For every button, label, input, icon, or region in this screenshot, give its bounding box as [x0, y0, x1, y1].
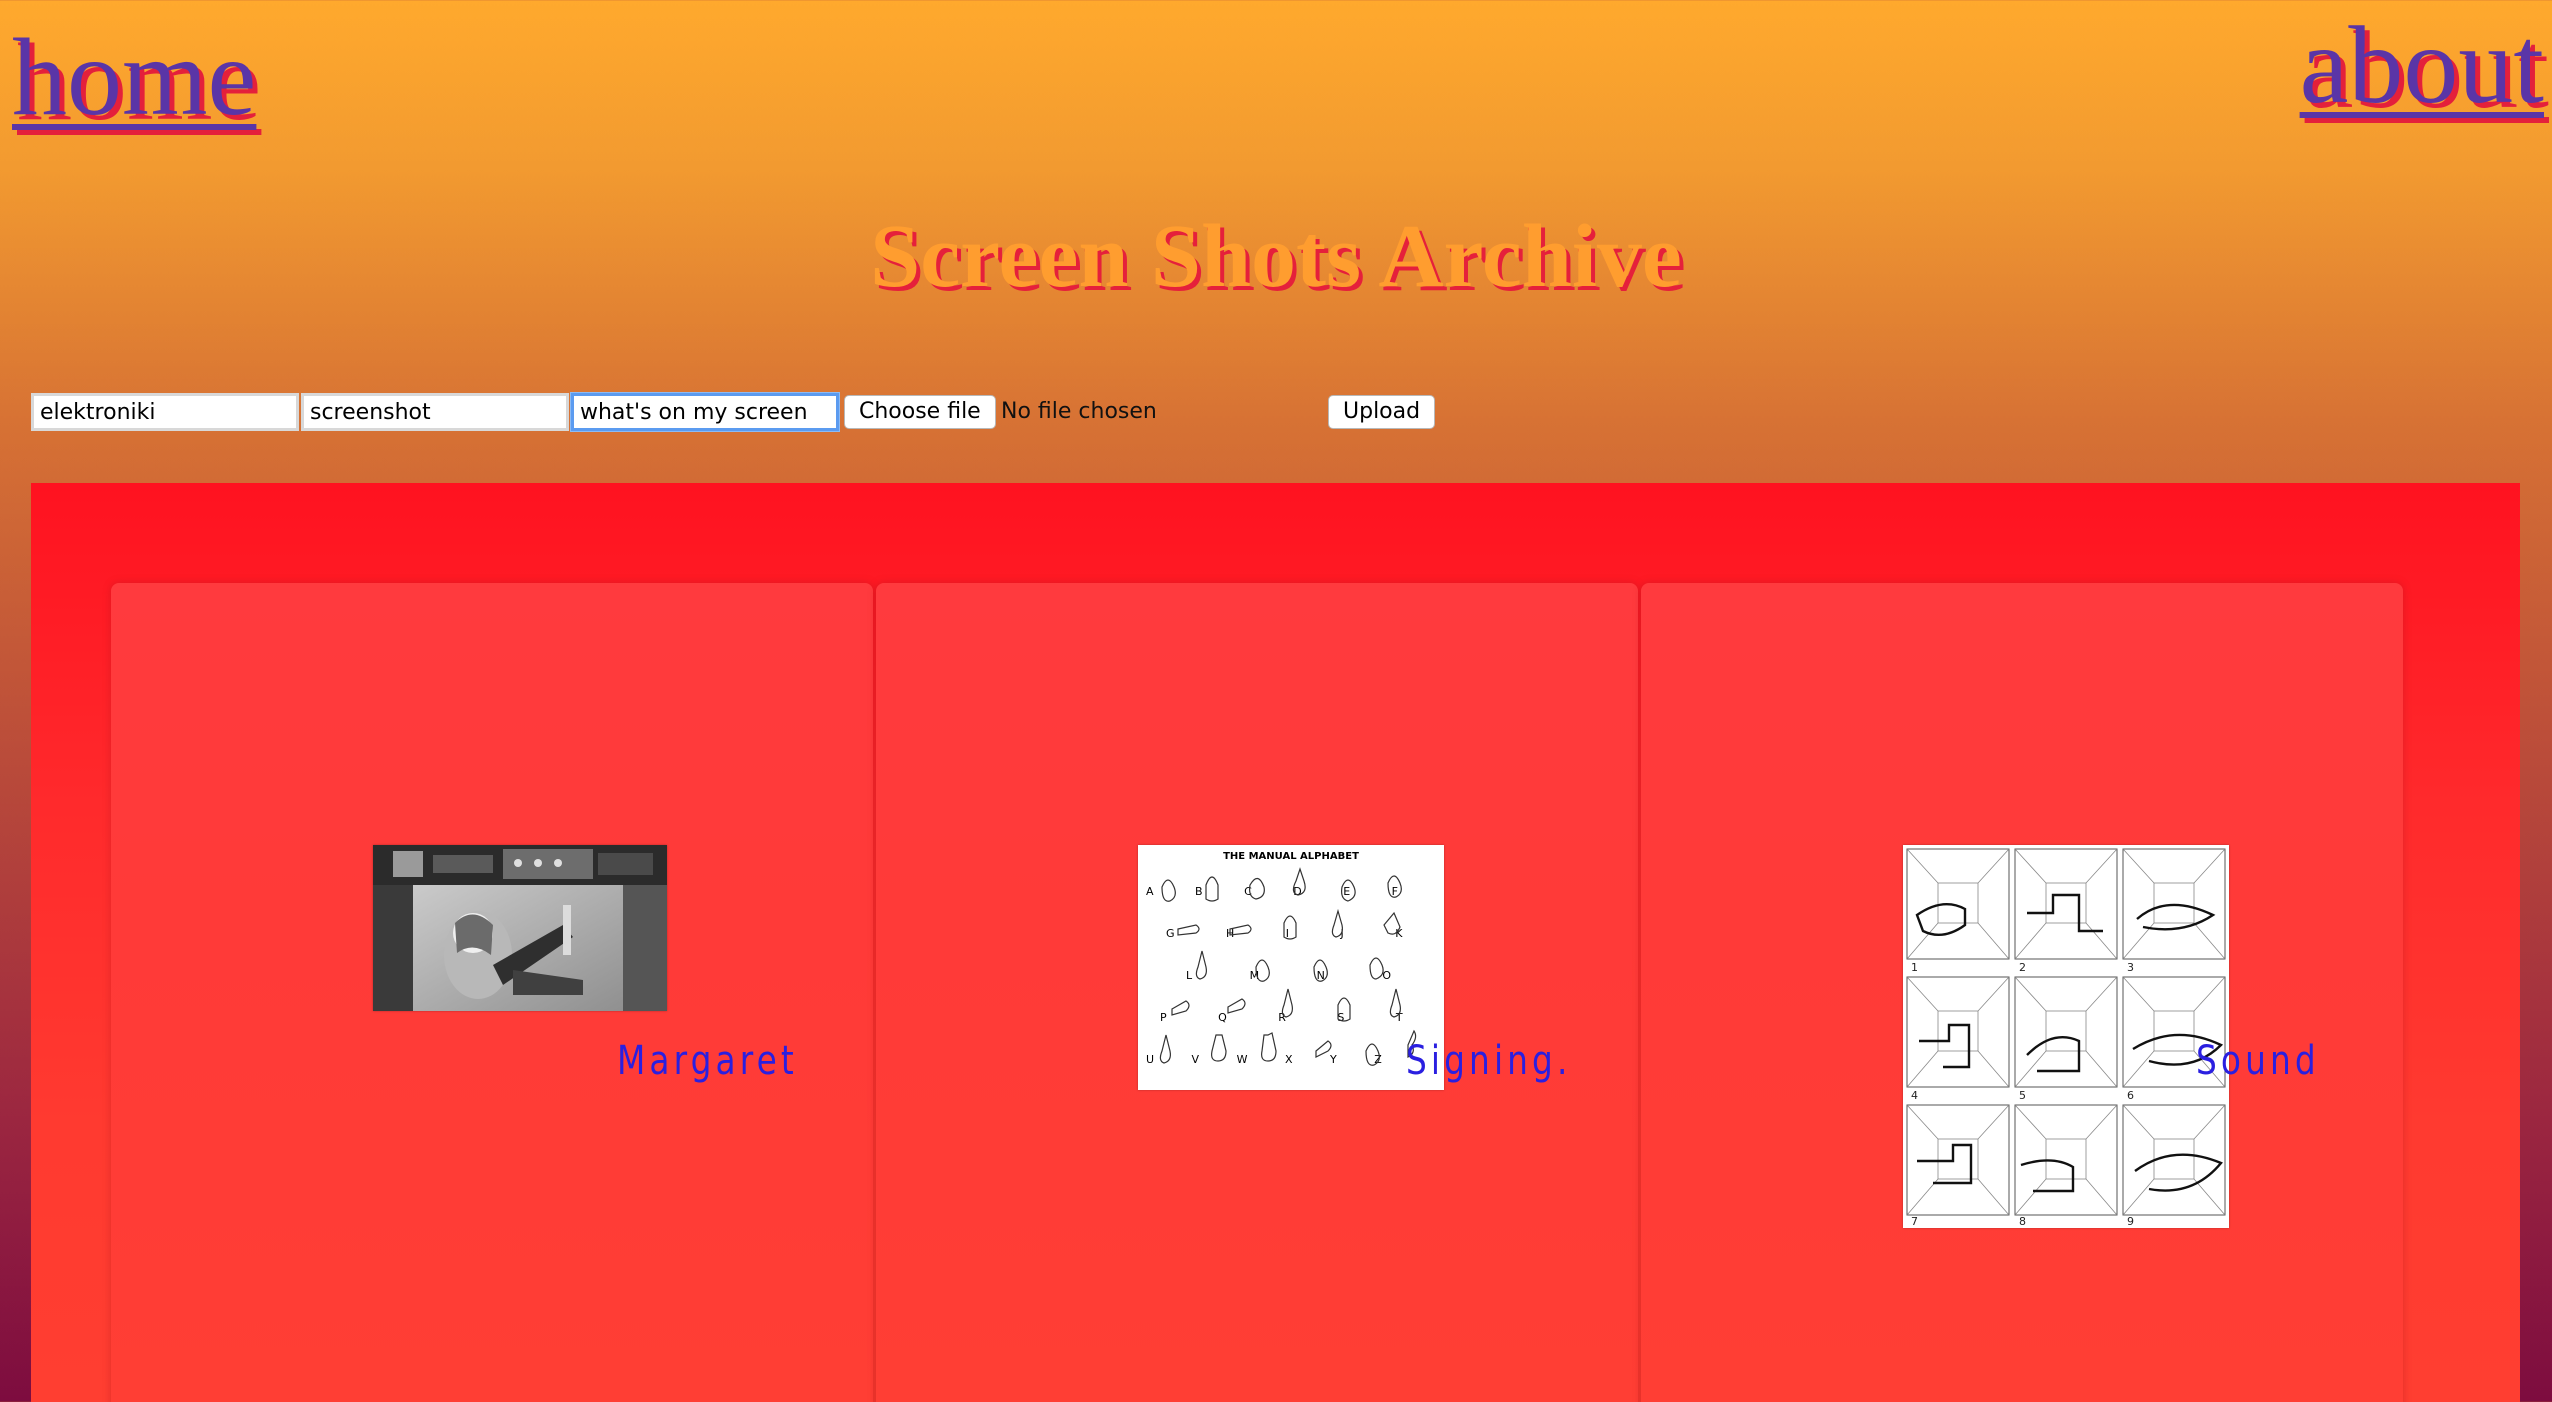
gallery-card-signing[interactable]: THE MANUAL ALPHABET A B C D E F G H I J … [876, 583, 1638, 1402]
page-title: Screen Shots Archive [870, 207, 1682, 306]
sound-frame-label: 4 [1911, 1089, 1918, 1102]
sound-diagram-thumbnail[interactable]: 1 2 3 4 5 6 7 8 9 [1903, 845, 2229, 1228]
gallery-card-sound[interactable]: 1 2 3 4 5 6 7 8 9 Sound [1641, 583, 2403, 1402]
margaret-photo-thumbnail[interactable] [373, 845, 667, 1011]
upload-button[interactable]: Upload [1328, 395, 1436, 429]
sound-caption[interactable]: Sound [2196, 1038, 2320, 1084]
manual-alphabet-thumbnail[interactable]: THE MANUAL ALPHABET A B C D E F G H I J … [1138, 845, 1444, 1090]
sound-frame-label: 8 [2019, 1215, 2026, 1228]
type-field[interactable] [301, 393, 569, 431]
sound-frame-label: 6 [2127, 1089, 2134, 1102]
sound-frame-label: 2 [2019, 961, 2026, 974]
margaret-photo-image [373, 845, 667, 1011]
gallery-card-margaret[interactable]: Margaret [111, 583, 873, 1402]
description-field[interactable] [571, 393, 839, 431]
hand-shapes-drawing [1159, 867, 1417, 1066]
gallery-panel: Margaret THE MANUAL ALPHABET A B C D E F… [31, 483, 2520, 1402]
sound-frame-label: 9 [2127, 1215, 2134, 1228]
sound-frame-label: 3 [2127, 961, 2134, 974]
about-link[interactable]: about [2300, 10, 2544, 120]
name-field[interactable] [31, 393, 299, 431]
signing-caption[interactable]: Signing. [1406, 1038, 1571, 1084]
file-status-text: No file chosen [1001, 399, 1157, 424]
sound-diagram-grid: 1 2 3 4 5 6 7 8 9 [1903, 845, 2229, 1228]
upload-form: Choose file No file chosen Upload [31, 393, 1436, 431]
sound-frame-label: 5 [2019, 1089, 2026, 1102]
choose-file-button[interactable]: Choose file [844, 395, 996, 429]
margaret-caption[interactable]: Margaret [617, 1038, 798, 1084]
home-link[interactable]: home [12, 22, 256, 132]
sound-frame-label: 1 [1911, 961, 1918, 974]
sound-frame-label: 7 [1911, 1215, 1918, 1228]
